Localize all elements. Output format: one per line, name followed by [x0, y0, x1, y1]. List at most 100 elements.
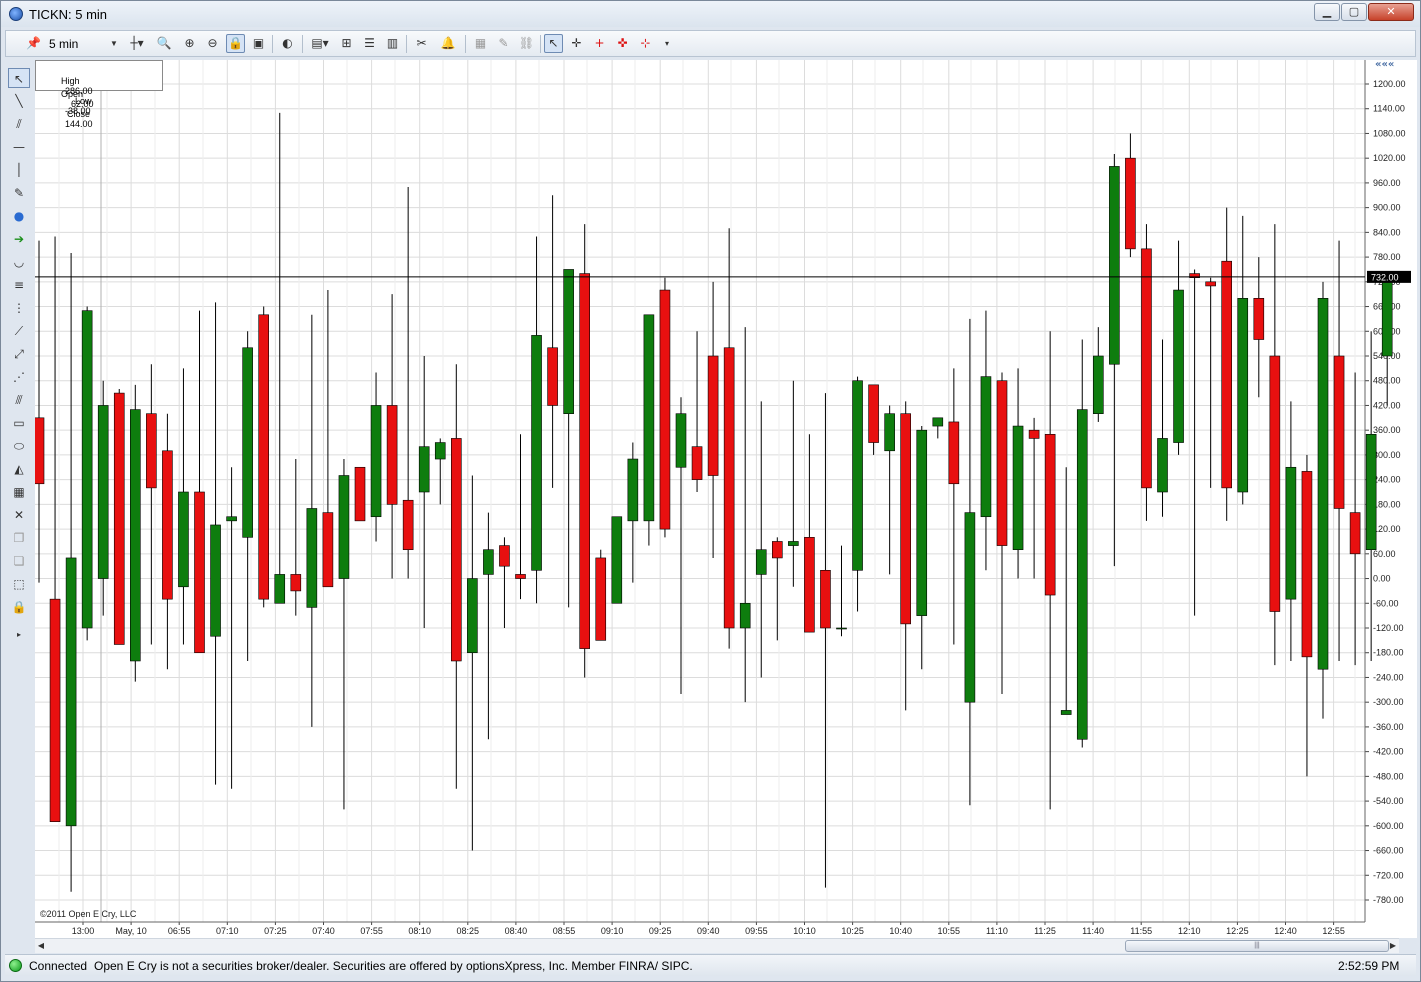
connection-status-icon	[9, 959, 22, 972]
delete-icon[interactable]: ✕	[8, 505, 30, 525]
candle-up	[210, 524, 221, 637]
y-tick-label: 0.00	[1373, 574, 1391, 584]
crosshair-arrow-icon[interactable]: ⊹	[636, 34, 655, 53]
horizontal-scrollbar[interactable]: ◀ ||| ▶	[35, 938, 1399, 953]
candle-up	[1093, 355, 1104, 414]
candle-up	[1173, 289, 1184, 443]
x-tick-label: 11:25	[1034, 926, 1056, 936]
overflow-chevron-icon[interactable]: ▾	[661, 34, 673, 53]
scroll-right-icon[interactable]: ▶	[1387, 939, 1399, 953]
ellipse-icon[interactable]: ⬭	[8, 436, 30, 456]
scroll-thumb[interactable]: |||	[1125, 940, 1389, 952]
crosshair-icon[interactable]: +	[590, 34, 609, 53]
callout-icon[interactable]: ●	[8, 206, 30, 226]
x-tick-label: 07:10	[216, 926, 239, 936]
candle-down	[804, 537, 815, 633]
x-tick-label: 07:25	[264, 926, 287, 936]
y-tick-label: 60.00	[1373, 549, 1396, 559]
zoom-out-icon[interactable]: ⊖	[203, 34, 222, 53]
candle-down	[515, 574, 526, 579]
candle-up	[274, 574, 286, 604]
trend-line-icon[interactable]: ╲	[8, 91, 30, 111]
zoom-icon[interactable]: 🔍	[152, 34, 176, 53]
candle-down	[547, 347, 558, 406]
speed-lines-icon[interactable]: ⋰	[8, 367, 30, 387]
calendar-icon[interactable]: ▦	[8, 482, 30, 502]
candle-down	[499, 545, 510, 567]
expand-icon[interactable]: ▸	[8, 625, 30, 645]
scroll-back-icon[interactable]: «««	[1375, 60, 1394, 70]
minimize-button[interactable]: ▁	[1314, 3, 1340, 21]
eraser-icon[interactable]: ✎	[494, 34, 513, 53]
studies-icon[interactable]: ▤▾	[308, 34, 332, 53]
scissors-icon[interactable]: ✂	[412, 34, 431, 53]
candle-down	[1044, 434, 1056, 596]
candlestick-chart[interactable]: 1200.00 1140.00 1080.00 1020.00 960.00 900.00…	[35, 60, 1417, 938]
layers-icon[interactable]: ☰	[360, 34, 379, 53]
fibonacci-icon[interactable]: ≡	[8, 275, 30, 295]
close-button[interactable]: ✕	[1368, 3, 1414, 21]
chart-type-icon[interactable]: ┼▾	[124, 34, 150, 53]
chart-area[interactable]: 1200.00 1140.00 1080.00 1020.00 960.00 900.00…	[35, 60, 1417, 938]
lock-icon[interactable]: 🔒	[226, 34, 245, 53]
window-title: TICKN: 5 min	[29, 7, 108, 22]
x-tick-label: May, 10	[115, 926, 146, 936]
chevron-down-icon[interactable]: ▼	[110, 35, 118, 53]
bar-chart-icon[interactable]: ▥	[383, 34, 402, 53]
x-tick-label: 10:40	[889, 926, 912, 936]
gann-fan-icon[interactable]: ⟋	[8, 321, 30, 341]
candle-down	[322, 512, 334, 588]
pin-icon[interactable]: 📌	[24, 34, 43, 53]
x-tick-label: 09:55	[745, 926, 768, 936]
selection-icon[interactable]: ⬚	[8, 574, 30, 594]
rectangle-icon[interactable]: ▭	[8, 413, 30, 433]
toolbar-separator	[302, 35, 303, 53]
clock: 2:52:59 PM	[1338, 959, 1400, 973]
text-note-icon[interactable]: ✎	[8, 183, 30, 203]
vertical-line-icon[interactable]: │	[8, 160, 30, 180]
title-bar[interactable]: TICKN: 5 min ▁ ▢ ✕	[1, 1, 1420, 27]
padlock-icon[interactable]: 🔒	[8, 597, 30, 617]
y-tick-label: -240.00	[1373, 672, 1404, 682]
page-icon[interactable]: ▣	[249, 34, 268, 53]
fib-extension-icon[interactable]: ⋮	[8, 298, 30, 318]
candle-up	[563, 269, 574, 414]
y-tick-label: -360.00	[1373, 722, 1404, 732]
alert-bell-icon[interactable]: 🔔	[435, 34, 461, 53]
crosshair-cursor-icon[interactable]: ✛	[567, 34, 586, 53]
copy-icon[interactable]: ❐	[8, 528, 30, 548]
paste-icon[interactable]: ❏	[8, 551, 30, 571]
toolbar-separator	[406, 35, 407, 53]
link-icon[interactable]: ⛓	[517, 34, 536, 53]
hierarchy-icon[interactable]: ⊞	[337, 34, 356, 53]
candle-down	[1028, 429, 1040, 439]
y-tick-label: -180.00	[1373, 648, 1404, 658]
arc-icon[interactable]: ◡	[8, 252, 30, 272]
candle-down	[162, 450, 173, 600]
crosshair-dot-icon[interactable]: ✜	[613, 34, 632, 53]
parallel-lines-icon[interactable]: ⫽	[8, 114, 30, 134]
horizontal-line-icon[interactable]: —	[8, 137, 30, 157]
trash-icon[interactable]: ▦	[471, 34, 490, 53]
triangle-icon[interactable]: ◭	[8, 459, 30, 479]
candle-up	[836, 627, 847, 630]
zoom-in-icon[interactable]: ⊕	[180, 34, 199, 53]
scroll-left-icon[interactable]: ◀	[35, 939, 47, 953]
pointer-icon[interactable]: ↖	[544, 34, 563, 53]
arrow-icon[interactable]: ➔	[8, 229, 30, 249]
cursor-sync-icon[interactable]: ◐	[278, 34, 297, 53]
ray-icon[interactable]: ⤢	[8, 344, 30, 364]
candle-up	[97, 405, 109, 579]
candle-down	[691, 446, 703, 480]
select-pointer-icon[interactable]: ↖	[8, 68, 30, 88]
x-tick-label: 10:10	[793, 926, 816, 936]
channel-icon[interactable]: ⫻	[8, 390, 30, 410]
candle-up	[932, 417, 944, 427]
time-axis-panel	[35, 922, 1417, 938]
maximize-button[interactable]: ▢	[1341, 3, 1367, 21]
y-tick-label: 360.00	[1373, 425, 1401, 435]
candle-up	[434, 442, 446, 460]
candle-up	[1317, 298, 1329, 670]
y-tick-label: 1080.00	[1373, 128, 1406, 138]
x-tick-label: 08:40	[505, 926, 528, 936]
